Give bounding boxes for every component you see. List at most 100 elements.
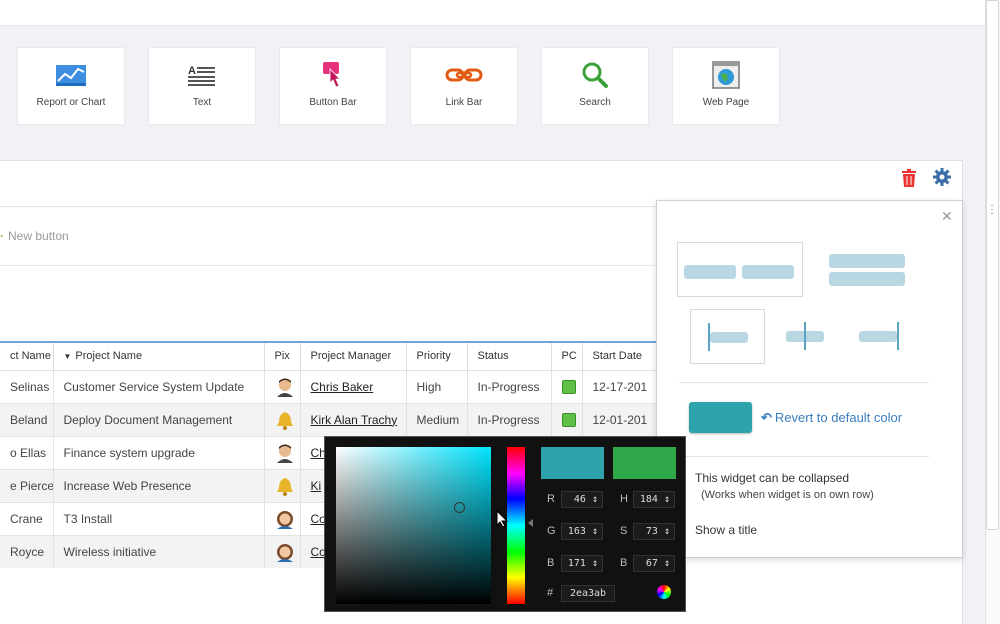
new-button-label: New button bbox=[8, 229, 69, 243]
r-value: 46 bbox=[573, 494, 586, 505]
widget-settings-popover: ✕ ↶ Revert to default color This widget c… bbox=[656, 200, 963, 558]
cell-contact: Royce bbox=[0, 534, 54, 568]
s-field[interactable]: 73 ↕ bbox=[633, 523, 675, 540]
b-field[interactable]: 171 ↕ bbox=[561, 555, 603, 572]
cell-project: Customer Service System Update bbox=[53, 369, 265, 403]
person-photo-icon bbox=[276, 510, 293, 529]
show-title-label[interactable]: Show a title bbox=[695, 523, 757, 537]
cell-pc bbox=[551, 402, 583, 436]
r-field[interactable]: 46 ↕ bbox=[561, 491, 603, 508]
widget-label: Link Bar bbox=[445, 97, 483, 108]
new-button[interactable]: · New button bbox=[0, 229, 69, 243]
layout-bar bbox=[742, 265, 794, 279]
collapse-sublabel: (Works when widget is on own row) bbox=[701, 489, 874, 501]
h-label: H bbox=[620, 493, 628, 505]
g-value: 163 bbox=[567, 526, 586, 537]
gear-icon[interactable] bbox=[932, 167, 952, 187]
s-label: S bbox=[620, 525, 628, 537]
pc-status-icon bbox=[561, 379, 576, 394]
col-header-project-manager[interactable]: Project Manager bbox=[300, 341, 407, 370]
brightness-field[interactable]: 67 ↕ bbox=[633, 555, 675, 572]
text-icon: A bbox=[149, 60, 255, 90]
s-value: 73 bbox=[645, 526, 658, 537]
bell-icon bbox=[276, 411, 293, 430]
layout-option-horizontal[interactable] bbox=[677, 242, 803, 297]
person-photo-icon bbox=[276, 543, 293, 562]
col-header-contact-name[interactable]: ct Name bbox=[0, 341, 54, 370]
layout-bar bbox=[829, 254, 905, 268]
g-label: G bbox=[547, 525, 556, 537]
layout-bar bbox=[710, 332, 748, 343]
close-icon[interactable]: ✕ bbox=[941, 208, 953, 225]
trash-icon[interactable] bbox=[900, 168, 918, 188]
cell-project: Increase Web Presence bbox=[53, 468, 265, 502]
scrollbar-grip: --- bbox=[990, 200, 994, 218]
toolbar-divider bbox=[0, 265, 655, 266]
undo-icon: ↶ bbox=[761, 410, 772, 425]
settings-divider bbox=[679, 382, 929, 383]
hex-field[interactable]: 2ea3ab bbox=[561, 585, 615, 602]
col-header-project-name[interactable]: ▼ Project Name bbox=[53, 341, 265, 370]
align-center-option[interactable] bbox=[777, 309, 833, 364]
bell-icon bbox=[276, 477, 293, 496]
col-header-pc[interactable]: PC bbox=[551, 341, 583, 370]
settings-divider bbox=[679, 456, 929, 457]
pc-status-icon bbox=[561, 412, 576, 427]
current-color-preview[interactable] bbox=[613, 447, 676, 479]
widget-button-bar[interactable]: Button Bar bbox=[279, 47, 387, 125]
color-swatch[interactable] bbox=[689, 402, 752, 433]
table-row[interactable]: Beland Deploy Document Management Kirk A… bbox=[0, 402, 681, 436]
cell-priority: High bbox=[406, 369, 468, 403]
person-photo-icon bbox=[276, 444, 293, 463]
layout-option-stacked[interactable] bbox=[823, 242, 913, 297]
g-field[interactable]: 163 ↕ bbox=[561, 523, 603, 540]
top-bar bbox=[0, 0, 985, 26]
collapse-label[interactable]: This widget can be collapsed bbox=[695, 471, 849, 485]
cell-contact: Crane bbox=[0, 501, 54, 535]
align-right-option[interactable] bbox=[853, 309, 909, 364]
saturation-value-area[interactable] bbox=[336, 447, 491, 604]
table-row[interactable]: Selinas Customer Service System Update C… bbox=[0, 369, 681, 403]
table-header-row: ct Name ▼ Project Name Pix Project Manage… bbox=[0, 341, 681, 370]
h-field[interactable]: 184 ↕ bbox=[633, 491, 675, 508]
cell-contact: Selinas bbox=[0, 369, 54, 403]
col-header-priority[interactable]: Priority bbox=[406, 341, 468, 370]
widget-text[interactable]: A Text bbox=[148, 47, 256, 125]
widget-label: Web Page bbox=[702, 97, 750, 108]
hue-slider[interactable] bbox=[507, 447, 525, 604]
col-header-pix[interactable]: Pix bbox=[264, 341, 301, 370]
revert-color-link[interactable]: ↶ Revert to default color bbox=[761, 410, 902, 426]
cell-pc bbox=[551, 369, 583, 403]
h-value: 184 bbox=[639, 494, 658, 505]
cell-project: Wireless initiative bbox=[53, 534, 265, 568]
widget-link-bar[interactable]: Link Bar bbox=[410, 47, 518, 125]
b-label: B bbox=[547, 557, 555, 569]
col-header-status[interactable]: Status bbox=[467, 341, 552, 370]
new-color-preview bbox=[541, 447, 604, 479]
cell-contact: e Pierce bbox=[0, 468, 54, 502]
person-photo-icon bbox=[276, 378, 293, 397]
widget-label: Report or Chart bbox=[36, 97, 106, 108]
cell-manager[interactable]: Kirk Alan Trachy bbox=[300, 402, 407, 436]
widget-label: Button Bar bbox=[309, 97, 357, 108]
layout-bar bbox=[684, 265, 736, 279]
align-left-option[interactable] bbox=[690, 309, 765, 364]
hash-label: # bbox=[547, 587, 554, 599]
widget-search[interactable]: Search bbox=[541, 47, 649, 125]
sv-selector-ring[interactable] bbox=[454, 502, 465, 513]
cell-project: T3 Install bbox=[53, 501, 265, 535]
scrollbar-thumb[interactable] bbox=[986, 0, 999, 530]
hue-slider-arrow[interactable] bbox=[528, 519, 533, 527]
widget-report-or-chart[interactable]: Report or Chart bbox=[17, 47, 125, 125]
cell-pix bbox=[264, 468, 301, 502]
cell-manager[interactable]: Chris Baker bbox=[300, 369, 407, 403]
button-bar-icon bbox=[280, 60, 386, 90]
widget-label: Search bbox=[579, 97, 611, 108]
cell-pix bbox=[264, 402, 301, 436]
cell-pix bbox=[264, 501, 301, 535]
col-header-label: Project Name bbox=[75, 350, 143, 363]
plus-icon: · bbox=[0, 229, 4, 243]
color-wheel-icon[interactable] bbox=[657, 585, 671, 599]
cell-pix bbox=[264, 534, 301, 568]
widget-web-page[interactable]: Web Page bbox=[672, 47, 780, 125]
